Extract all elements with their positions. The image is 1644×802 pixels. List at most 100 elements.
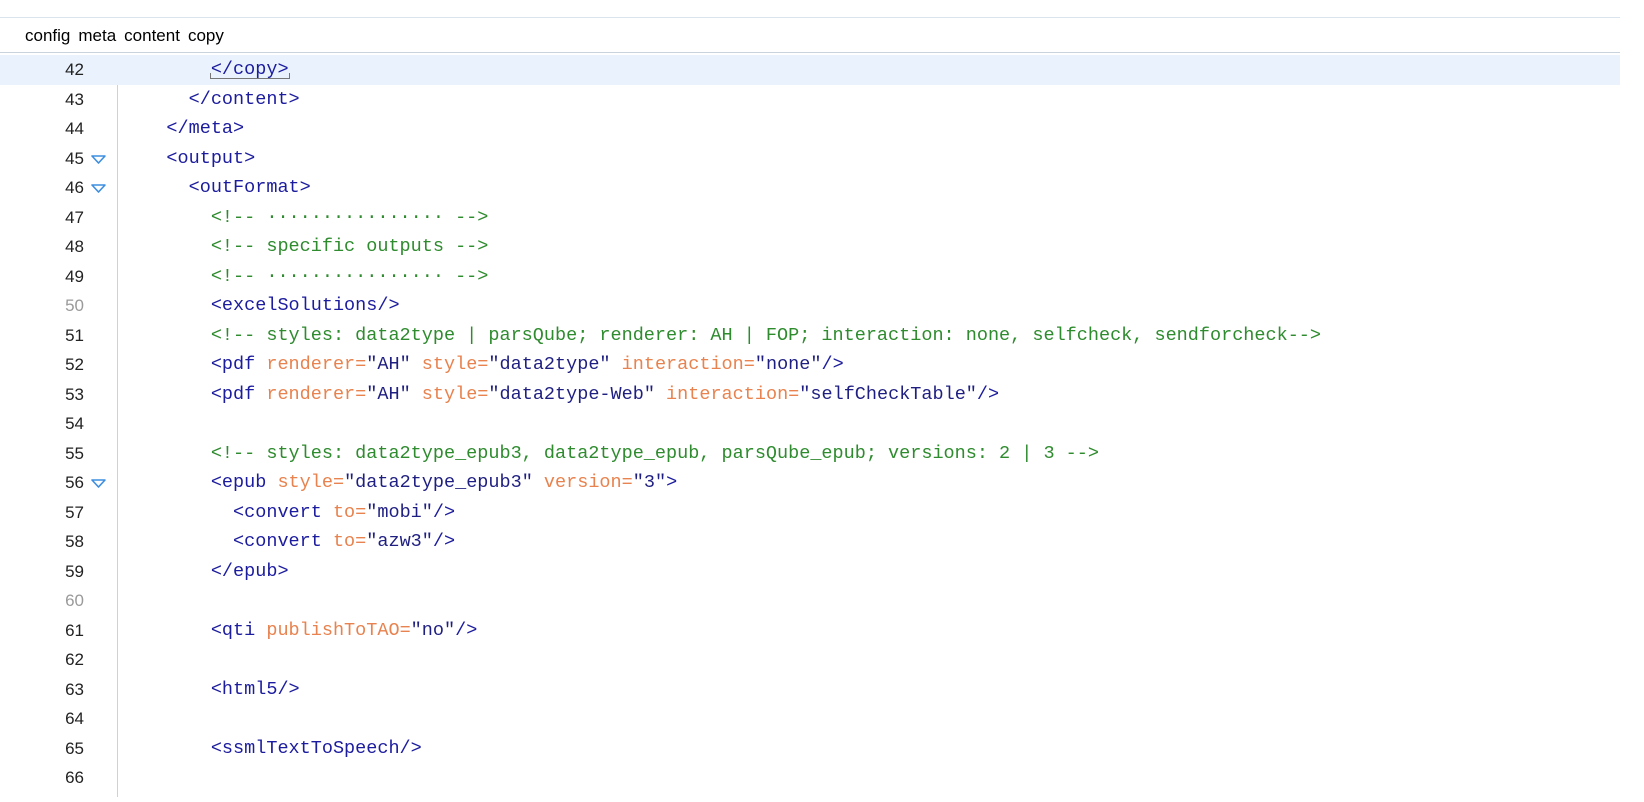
code-text[interactable]: <!-- ················ -->	[122, 262, 489, 292]
code-line[interactable]: 65 <ssmlTextToSpeech/>	[0, 734, 1620, 764]
code-token: style=	[277, 472, 345, 493]
code-text[interactable]: <!-- styles: data2type | parsQube; rende…	[122, 321, 1321, 351]
code-text[interactable]: <!-- styles: data2type_epub3, data2type_…	[122, 439, 1099, 469]
code-line[interactable]: 58 <convert to="azw3"/>	[0, 527, 1620, 557]
code-token: <!-- specific outputs -->	[210, 236, 489, 257]
code-text[interactable]: <!-- ················ -->	[122, 203, 489, 233]
code-token: <pdf	[210, 383, 267, 405]
line-number: 60	[65, 591, 84, 610]
code-text[interactable]: </epub>	[122, 557, 289, 587]
code-line[interactable]: 55 <!-- styles: data2type_epub3, data2ty…	[0, 439, 1620, 469]
breadcrumb-divider	[0, 52, 1620, 53]
code-text[interactable]: <qti publishToTAO="no"/>	[122, 616, 477, 646]
code-token: "no"	[410, 619, 456, 641]
code-token: <pdf	[210, 354, 267, 375]
code-token: <!-- styles: data2type | parsQube; rende…	[210, 324, 1322, 346]
code-text[interactable]: <outFormat>	[122, 173, 311, 203]
top-rule	[0, 17, 1620, 18]
line-number: 66	[65, 768, 84, 787]
code-token: <convert	[233, 531, 333, 552]
code-token: </copy>	[210, 59, 289, 80]
code-line[interactable]: 42 </copy>	[0, 55, 1620, 85]
code-token: renderer=	[266, 383, 367, 405]
code-token: renderer=	[266, 354, 367, 375]
code-text[interactable]: <pdf renderer="AH" style="data2type" int…	[122, 350, 844, 380]
code-token: interaction=	[666, 383, 800, 405]
breadcrumb-item-meta[interactable]: meta	[74, 20, 120, 52]
code-text[interactable]: <!-- specific outputs -->	[122, 232, 489, 262]
breadcrumb: config meta content copy	[0, 20, 1620, 52]
code-line[interactable]: 45 <output>	[0, 144, 1620, 174]
code-line[interactable]: 46 <outFormat>	[0, 173, 1620, 203]
code-line[interactable]: 59 </epub>	[0, 557, 1620, 587]
code-line[interactable]: 62	[0, 645, 1620, 675]
code-line[interactable]: 43 </content>	[0, 85, 1620, 115]
code-token: publishToTAO=	[266, 619, 411, 641]
code-line[interactable]: 44 </meta>	[0, 114, 1620, 144]
fold-toggle-icon[interactable]	[88, 144, 108, 174]
code-token: style=	[421, 354, 489, 375]
code-line[interactable]: 51 <!-- styles: data2type | parsQube; re…	[0, 321, 1620, 351]
breadcrumb-item-config[interactable]: config	[0, 20, 74, 52]
code-line[interactable]: 48 <!-- specific outputs -->	[0, 232, 1620, 262]
line-number: 57	[65, 502, 84, 522]
code-text[interactable]: </copy>	[122, 55, 289, 85]
code-token: <!-- ················ -->	[210, 265, 489, 287]
code-token: />	[432, 501, 456, 523]
code-token: "data2type_epub3"	[344, 472, 544, 493]
code-token: <qti	[210, 619, 267, 641]
code-line[interactable]: 63 <html5/>	[0, 675, 1620, 705]
code-line[interactable]: 47 <!-- ················ -->	[0, 203, 1620, 233]
line-number: 45	[65, 148, 84, 168]
code-line[interactable]: 60	[0, 586, 1620, 616]
code-token: <!-- styles: data2type_epub3, data2type_…	[210, 442, 1099, 464]
code-line[interactable]: 61 <qti publishToTAO="no"/>	[0, 616, 1620, 646]
code-line[interactable]: 57 <convert to="mobi"/>	[0, 498, 1620, 528]
code-token: "mobi"	[366, 501, 433, 523]
code-token: "data2type-Web"	[488, 383, 667, 405]
code-token: <html5/>	[210, 678, 300, 700]
line-number: 53	[65, 384, 84, 404]
code-token: style=	[421, 383, 489, 405]
code-token: to=	[332, 501, 367, 523]
code-token: "AH"	[366, 354, 422, 375]
fold-toggle-icon[interactable]	[88, 173, 108, 203]
code-token: "selfCheckTable"	[799, 383, 977, 405]
code-line[interactable]: 66	[0, 763, 1620, 793]
code-line[interactable]: 54	[0, 409, 1620, 439]
code-token: <!-- ················ -->	[210, 206, 489, 228]
code-token: <output>	[166, 147, 256, 169]
code-text[interactable]: <convert to="mobi"/>	[122, 498, 455, 528]
code-text[interactable]: <convert to="azw3"/>	[122, 527, 455, 557]
breadcrumb-item-copy[interactable]: copy	[184, 20, 228, 52]
code-token: "none"	[754, 354, 822, 375]
line-number: 59	[65, 561, 84, 581]
code-text[interactable]: <excelSolutions/>	[122, 291, 400, 321]
code-line[interactable]: 56 <epub style="data2type_epub3" version…	[0, 468, 1620, 498]
code-line[interactable]: 53 <pdf renderer="AH" style="data2type-W…	[0, 380, 1620, 410]
line-number: 46	[65, 178, 84, 197]
line-number: 50	[65, 296, 84, 315]
code-text[interactable]: <html5/>	[122, 675, 300, 705]
code-line[interactable]: 49 <!-- ················ -->	[0, 262, 1620, 292]
code-line[interactable]: 50 <excelSolutions/>	[0, 291, 1620, 321]
code-token: "3"	[632, 472, 667, 493]
code-editor[interactable]: 42 </copy> 43 </content> 44 </meta> 45 <out…	[0, 55, 1620, 797]
fold-toggle-icon[interactable]	[88, 468, 108, 498]
code-text[interactable]: <pdf renderer="AH" style="data2type-Web"…	[122, 380, 999, 410]
line-number: 62	[65, 650, 84, 669]
code-text[interactable]: <epub style="data2type_epub3" version="3…	[122, 468, 677, 498]
code-text[interactable]: </content>	[122, 85, 300, 115]
code-text[interactable]: <output>	[122, 144, 255, 174]
line-number: 58	[65, 532, 84, 551]
breadcrumb-item-content[interactable]: content	[120, 20, 184, 52]
code-token: "data2type"	[488, 354, 622, 375]
code-token: "AH"	[366, 383, 422, 405]
code-line[interactable]: 64	[0, 704, 1620, 734]
line-number: 63	[65, 679, 84, 699]
code-text[interactable]: </meta>	[122, 114, 244, 144]
code-line[interactable]: 52 <pdf renderer="AH" style="data2type" …	[0, 350, 1620, 380]
code-text[interactable]: <ssmlTextToSpeech/>	[122, 734, 422, 764]
code-token: "azw3"	[366, 531, 433, 552]
line-number: 55	[65, 443, 84, 463]
